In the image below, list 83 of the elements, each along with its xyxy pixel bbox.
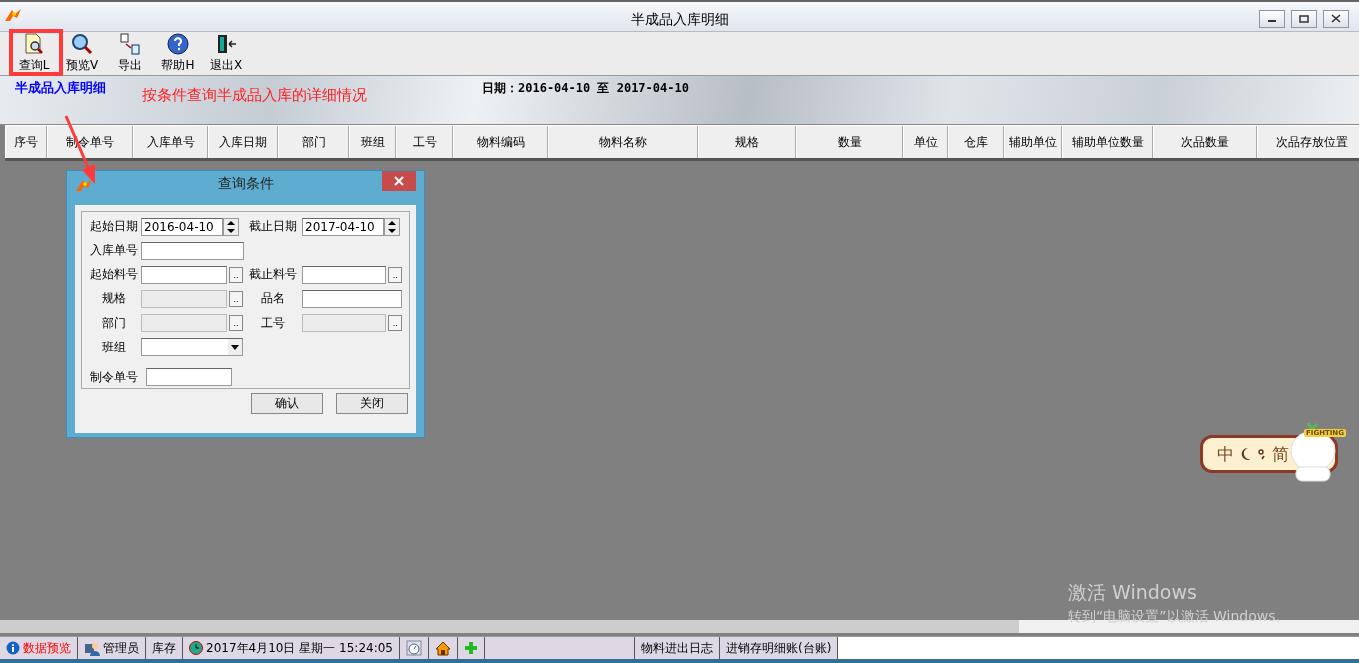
info-icon: [6, 641, 20, 655]
close-icon: [394, 176, 404, 186]
app-logo-icon: [4, 8, 22, 22]
close-button[interactable]: [1323, 9, 1349, 28]
dialog-button[interactable]: 确认: [251, 393, 323, 414]
field-label: 入库单号: [88, 242, 139, 260]
window-title: 半成品入库明细: [630, 11, 729, 27]
maximize-icon: [1299, 14, 1309, 23]
house-icon: [434, 640, 451, 656]
status-text: 物料进出日志: [640, 639, 713, 657]
activation-hint: 转到“电脑设置”以激活 Windows。: [1068, 608, 1290, 626]
date-range: 日期：2016-04-10 至 2017-04-10: [482, 80, 689, 97]
input-field[interactable]: [141, 265, 227, 284]
column-header[interactable]: 班组: [349, 126, 396, 158]
document-search-icon: [23, 33, 45, 55]
field-label: 制令单号: [88, 368, 139, 386]
field-label: 截止料号: [248, 266, 298, 284]
input-field[interactable]: [146, 368, 232, 387]
status-text: 管理员: [103, 639, 139, 657]
column-header[interactable]: 数量: [796, 126, 903, 158]
dialog-button[interactable]: 关闭: [336, 393, 408, 414]
column-header[interactable]: 规格: [698, 126, 796, 158]
column-header[interactable]: 工号: [396, 126, 453, 158]
column-header[interactable]: 辅助单位数量: [1062, 126, 1153, 158]
annotation-text: 按条件查询半成品入库的详细情况: [142, 86, 367, 105]
field-label: 截止日期: [248, 218, 298, 236]
plus-icon: [463, 641, 478, 655]
dropdown-field[interactable]: [141, 338, 243, 357]
app-logo-icon: [75, 178, 93, 192]
dialog-title: 查询条件: [217, 175, 274, 191]
ime-mode: 中: [1217, 442, 1234, 466]
date-field[interactable]: 2016-04-10: [141, 217, 223, 236]
column-header[interactable]: 入库日期: [208, 126, 278, 158]
toolbar-button[interactable]: 预览V: [60, 33, 104, 74]
toolbar-button[interactable]: 帮助H: [156, 33, 200, 74]
input-field[interactable]: [302, 265, 387, 284]
status-text: 库存: [152, 639, 176, 657]
stopwatch-icon: [405, 640, 422, 656]
column-header[interactable]: 辅助单位: [1004, 126, 1062, 158]
spin-buttons[interactable]: [384, 217, 400, 236]
close-icon: [1331, 14, 1341, 23]
field-label: 部门: [100, 314, 127, 332]
minimize-button[interactable]: [1259, 9, 1285, 28]
report-title: 半成品入库明细: [15, 79, 106, 97]
column-header[interactable]: 序号: [5, 126, 47, 158]
field-label: 班组: [100, 338, 127, 356]
clock-icon: [189, 641, 203, 655]
status-text: 2017年4月10日 星期一 15:24:05: [206, 639, 393, 657]
field-label: 起始日期: [88, 218, 139, 236]
status-text: 数据预览: [23, 639, 71, 657]
input-field[interactable]: [302, 290, 402, 308]
date-field[interactable]: 2017-04-10: [302, 217, 384, 236]
magnifier-icon: [71, 33, 93, 55]
status-text: 进销存明细账(台账): [725, 639, 832, 657]
toolbar-button[interactable]: 退出X: [204, 33, 248, 74]
highlight-overlay: [9, 29, 63, 76]
column-header[interactable]: 仓库: [948, 126, 1004, 158]
input-field[interactable]: [141, 241, 244, 260]
field-label: 品名: [260, 290, 286, 308]
field-label: 起始料号: [88, 266, 139, 284]
spin-buttons[interactable]: [223, 217, 239, 236]
ime-script: 简: [1272, 442, 1289, 466]
user-icon: [84, 640, 100, 656]
column-header[interactable]: 次品存放位置: [1257, 126, 1359, 158]
export-icon: [119, 33, 141, 55]
field-label: 工号: [260, 314, 286, 332]
column-header[interactable]: 入库单号: [133, 126, 208, 158]
punctuation-icon: [1258, 447, 1266, 461]
maximize-button[interactable]: [1291, 9, 1317, 28]
column-header[interactable]: 次品数量: [1153, 126, 1257, 158]
activation-title: 激活 Windows: [1068, 580, 1198, 605]
column-header[interactable]: 物料名称: [548, 126, 698, 158]
help-icon: [167, 33, 189, 55]
toolbar-button[interactable]: 导出: [108, 33, 152, 74]
column-header[interactable]: 部门: [278, 126, 349, 158]
column-header[interactable]: 物料编码: [453, 126, 548, 158]
column-header[interactable]: 单位: [903, 126, 948, 158]
field-label: 规格: [100, 290, 127, 308]
moon-icon: [1240, 447, 1252, 461]
browse-button[interactable]: ..: [229, 266, 243, 283]
close-button[interactable]: [382, 171, 416, 191]
browse-button[interactable]: ..: [388, 266, 402, 283]
exit-door-icon: [215, 33, 237, 55]
